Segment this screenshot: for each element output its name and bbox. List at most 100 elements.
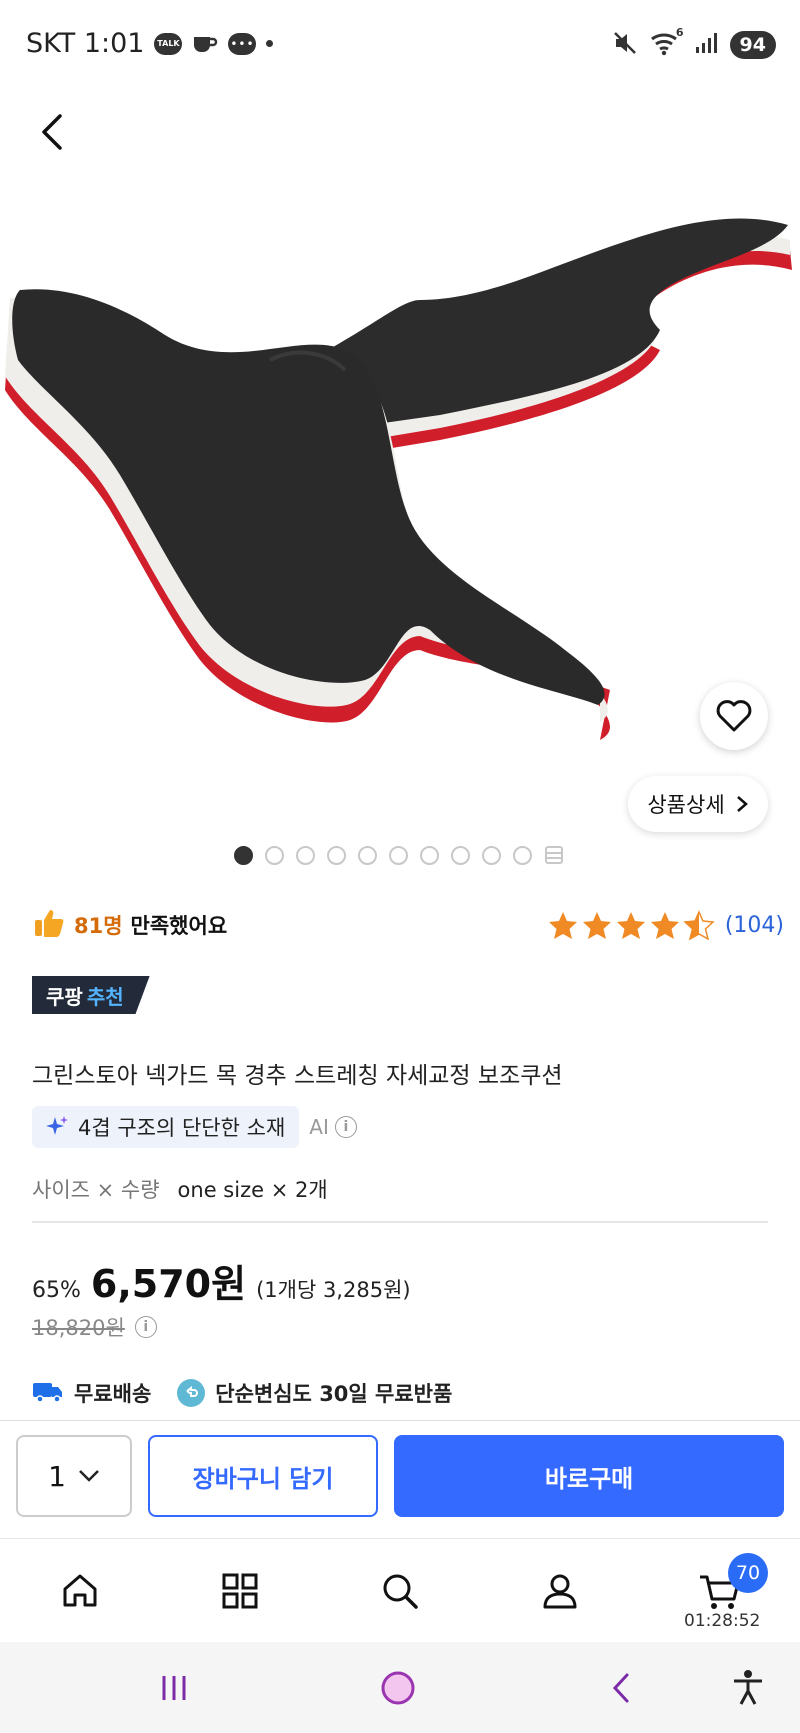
review-count[interactable]: (104): [725, 913, 784, 938]
cart-timer: 01:28:52: [684, 1611, 761, 1631]
badge-label-main: 쿠팡: [46, 984, 83, 1009]
product-image: [5, 218, 792, 740]
buy-now-button[interactable]: 바로구매: [394, 1435, 784, 1517]
pager-dot[interactable]: [420, 845, 439, 865]
product-detail-label: 상품상세: [647, 793, 725, 817]
gallery-grid-icon[interactable]: [544, 845, 564, 865]
quantity-select[interactable]: 1: [16, 1435, 132, 1517]
pager-dot[interactable]: [358, 845, 377, 865]
star-icon: [582, 912, 611, 939]
home-circle-icon: [381, 1671, 415, 1705]
back-button[interactable]: [30, 108, 78, 156]
recent-apps-icon: [162, 1676, 186, 1700]
heart-icon: [716, 700, 752, 732]
unit-price: (1개당 3,285원): [256, 1278, 411, 1302]
quantity-value: 1: [48, 1459, 66, 1493]
kakaotalk-icon: TALK: [154, 32, 183, 55]
chevron-down-icon: [79, 1470, 99, 1482]
pager-dot[interactable]: [451, 845, 470, 865]
product-detail-button[interactable]: 상품상세: [628, 776, 768, 832]
mute-icon: [612, 30, 638, 60]
chat-bubble-icon: •••: [228, 32, 257, 55]
image-pager: [234, 845, 564, 865]
original-price-row: 18,820원 i: [32, 1312, 157, 1342]
satisfaction-summary: 81명 만족했어요: [32, 906, 227, 945]
free-return-text: 단순변심도 30일 무료반품: [215, 1382, 453, 1406]
category-grid-icon: [222, 1573, 258, 1609]
ai-info[interactable]: AI i: [309, 1115, 357, 1139]
half-star-icon: [683, 910, 715, 940]
user-icon: [543, 1574, 577, 1609]
accessibility-button[interactable]: [726, 1666, 770, 1710]
wishlist-button[interactable]: [700, 682, 768, 750]
nav-categories[interactable]: [218, 1569, 262, 1613]
wifi-badge: 6: [675, 26, 684, 39]
star-icon: [616, 912, 645, 939]
search-icon: [383, 1574, 418, 1609]
star-icon: [650, 912, 679, 939]
badge-label-accent: 추천: [86, 984, 124, 1009]
pager-dot[interactable]: [327, 845, 346, 865]
original-price: 18,820원: [32, 1316, 125, 1340]
nav-home[interactable]: [58, 1569, 102, 1613]
home-icon: [63, 1574, 97, 1607]
satisfied-text: 만족했어요: [130, 914, 228, 938]
chevron-right-icon: [736, 796, 748, 812]
discount-rate: 65%: [32, 1278, 81, 1303]
recent-apps-button[interactable]: [152, 1666, 196, 1710]
pager-dot[interactable]: [389, 845, 408, 865]
battery-indicator: 94: [729, 31, 776, 59]
notification-dot-icon: [266, 40, 274, 47]
ai-label: AI: [309, 1115, 329, 1139]
accessibility-icon: [734, 1670, 762, 1705]
thumbs-up-icon: [32, 906, 66, 945]
status-bar: SKT 1:01 TALK ••• 6 94: [0, 0, 800, 90]
status-left: SKT 1:01 TALK •••: [26, 28, 274, 59]
android-navigation-bar: [0, 1642, 800, 1733]
back-chevron-icon: [612, 1673, 629, 1703]
purchase-action-bar: 1 장바구니 담기 바로구매: [0, 1420, 800, 1538]
info-icon: i: [334, 1116, 357, 1138]
home-system-button[interactable]: [376, 1666, 420, 1710]
coffee-cup-icon: [192, 33, 218, 55]
signal-icon: [694, 31, 718, 59]
product-title: 그린스토아 넥가드 목 경추 스트레칭 자세교정 보조쿠션: [32, 1063, 563, 1089]
ai-summary-chip[interactable]: 4겹 구조의 단단한 소재: [32, 1106, 300, 1148]
free-shipping-text: 무료배송: [74, 1382, 152, 1406]
status-right: 6 94: [612, 26, 776, 60]
rating-row: 81명 만족했어요 (104): [32, 900, 784, 950]
sparkle-icon: [46, 1116, 68, 1135]
pager-dot[interactable]: [296, 845, 315, 865]
divider: [32, 1221, 768, 1223]
pager-dot[interactable]: [513, 845, 532, 865]
shipping-row: 무료배송 단순변심도 30일 무료반품: [32, 1378, 452, 1408]
satisfied-count: 81명: [74, 914, 123, 938]
cart-count-badge: 70: [728, 1553, 768, 1593]
ai-summary-row: 4겹 구조의 단단한 소재 AI i: [32, 1106, 357, 1148]
back-system-button[interactable]: [600, 1666, 644, 1710]
star-icon: [548, 912, 577, 939]
sale-price: 6,570원: [90, 1262, 247, 1306]
coupang-recommend-badge: 쿠팡 추천: [32, 976, 150, 1014]
back-arrow-icon: [42, 114, 62, 150]
nav-search[interactable]: [378, 1569, 422, 1613]
price-row: 65% 6,570원 (1개당 3,285원): [32, 1253, 411, 1308]
option-value: one size × 2개: [177, 1178, 328, 1202]
price-info-icon[interactable]: i: [134, 1316, 157, 1338]
pager-dot[interactable]: [265, 845, 284, 865]
add-to-cart-button[interactable]: 장바구니 담기: [148, 1435, 378, 1517]
option-row[interactable]: 사이즈 × 수량 one size × 2개: [32, 1174, 328, 1204]
star-rating: [547, 910, 715, 940]
review-rating[interactable]: (104): [547, 910, 784, 940]
ai-summary-text: 4겹 구조의 단단한 소재: [78, 1116, 286, 1140]
nav-my-account[interactable]: [538, 1569, 582, 1613]
return-icon: [177, 1379, 206, 1407]
pager-dot[interactable]: [234, 845, 253, 865]
delivery-truck-icon: [32, 1379, 64, 1408]
pager-dot[interactable]: [482, 845, 501, 865]
wifi-icon: 6: [650, 26, 684, 60]
kakaotalk-icon-text: TALK: [157, 39, 180, 48]
carrier-time: SKT 1:01: [26, 28, 145, 59]
bottom-navigation: 70 01:28:52: [0, 1538, 800, 1642]
product-image-carousel[interactable]: [0, 90, 800, 830]
